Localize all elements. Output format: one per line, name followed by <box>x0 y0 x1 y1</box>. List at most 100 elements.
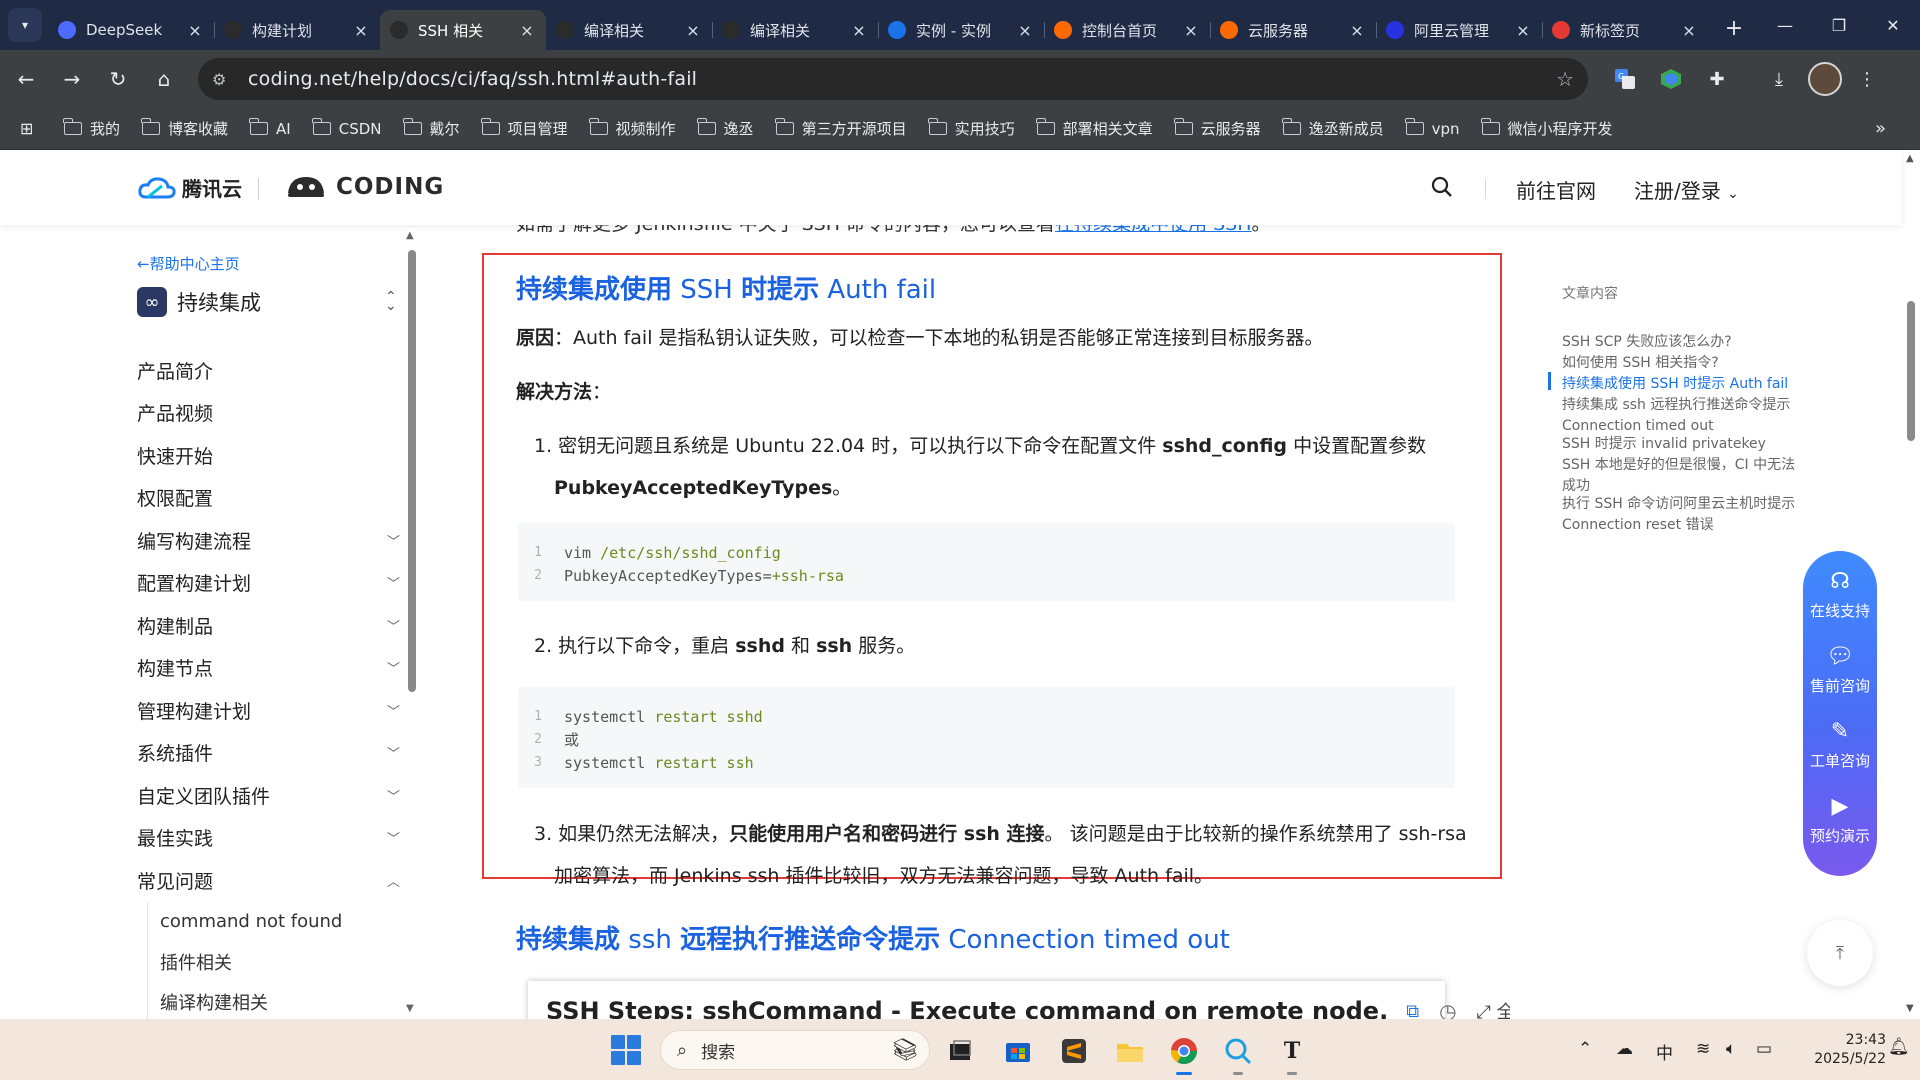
wifi-icon[interactable]: ≋ <box>1696 1039 1710 1059</box>
browser-tab[interactable]: 构建计划 × <box>214 10 380 50</box>
scroll-up-icon[interactable]: ▲ <box>1906 153 1914 164</box>
tab-close-icon[interactable]: × <box>1182 21 1200 40</box>
page-scrollbar-thumb[interactable] <box>1907 301 1915 441</box>
site-info-icon[interactable]: ⚙ <box>212 70 238 89</box>
tencent-cloud-logo[interactable]: 腾讯云 <box>138 173 242 202</box>
task-view-icon[interactable] <box>940 1031 980 1071</box>
bookmark-folder[interactable]: AI <box>249 118 291 138</box>
scroll-down-icon[interactable]: ▼ <box>1906 1003 1914 1014</box>
help-center-home-link[interactable]: ←帮助中心主页 <box>137 253 240 274</box>
sidebar-scroll-down-icon[interactable]: ▼ <box>406 1003 414 1014</box>
tab-close-icon[interactable]: × <box>684 21 702 40</box>
sidebar-subitem[interactable]: 编译构建相关 <box>148 982 402 1020</box>
coding-logo[interactable]: CODING <box>286 173 444 201</box>
back-icon[interactable]: ← <box>6 59 46 99</box>
sidebar-item[interactable]: 最佳实践 ﹀ <box>137 817 402 860</box>
windows-start-icon[interactable] <box>611 1035 641 1065</box>
extensions-puzzle-icon[interactable]: ✚ <box>1696 58 1738 100</box>
tab-close-icon[interactable]: × <box>186 21 204 40</box>
volume-icon[interactable]: 🔈︎ <box>1726 1039 1736 1059</box>
back-to-top-button[interactable]: ⤒ <box>1807 920 1873 986</box>
taskbar-search[interactable]: ⌕ 搜索 📚︎ <box>660 1030 930 1070</box>
toc-item[interactable]: 持续集成 ssh 远程执行推送命令提示 Connection timed out <box>1562 395 1802 437</box>
new-tab-button[interactable]: + <box>1716 10 1752 46</box>
bookmark-folder[interactable]: CSDN <box>312 118 382 138</box>
ime-indicator[interactable]: 中 <box>1656 1039 1673 1064</box>
forward-icon[interactable]: → <box>52 59 92 99</box>
toc-item[interactable]: SSH 时提示 invalid privatekey <box>1562 434 1802 455</box>
extension-cube-icon[interactable] <box>1650 58 1692 100</box>
sidebar-item[interactable]: 构建节点 ﹀ <box>137 647 402 690</box>
browser-tab[interactable]: DeepSeek × <box>48 10 214 50</box>
close-window-icon[interactable]: ✕ <box>1866 0 1920 50</box>
translate-icon[interactable]: G <box>1604 58 1646 100</box>
chevron-down-icon[interactable]: ﹀ <box>387 658 400 677</box>
sidebar-item[interactable]: 管理构建计划 ﹀ <box>137 689 402 732</box>
browser-tab[interactable]: 编译相关 × <box>546 10 712 50</box>
bookmark-folder[interactable]: 逸丞新成员 <box>1282 118 1384 139</box>
bookmark-folder[interactable]: 视频制作 <box>588 118 676 139</box>
apps-grid-icon[interactable]: ⊞ <box>20 119 44 138</box>
chevron-down-icon[interactable]: ﹀ <box>387 573 400 592</box>
profile-avatar[interactable] <box>1808 62 1842 96</box>
url-text[interactable]: coding.net/help/docs/ci/faq/ssh.html#aut… <box>248 68 1556 90</box>
sidebar-scrollbar-thumb[interactable] <box>408 250 416 692</box>
sidebar-item[interactable]: 系统插件 ﹀ <box>137 732 402 775</box>
page-scrollbar[interactable]: ▲ ▼ <box>1902 151 1920 1019</box>
bookmark-folder[interactable]: vpn <box>1405 118 1460 138</box>
fullscreen-button[interactable]: ⤢ 全屏 <box>1477 998 1510 1019</box>
sublime-text-icon[interactable] <box>1054 1031 1094 1071</box>
sidebar-item[interactable]: 编写构建流程 ﹀ <box>137 519 402 562</box>
external-link-icon[interactable]: ⧉ <box>1406 1001 1419 1020</box>
browser-tab[interactable]: SSH 相关 × <box>380 10 546 50</box>
chevron-down-icon[interactable]: ﹀ <box>387 743 400 762</box>
chevron-down-icon[interactable]: ﹀ <box>387 531 400 550</box>
code-block-sshd-config[interactable]: 1 vim /etc/ssh/sshd_config 2 PubkeyAccepted… <box>518 523 1455 601</box>
chevron-down-icon[interactable]: ﹀ <box>387 786 400 805</box>
toc-item[interactable]: 如何使用 SSH 相关指令? <box>1562 353 1802 374</box>
bookmark-folder[interactable]: 部署相关文章 <box>1035 118 1153 139</box>
tab-close-icon[interactable]: × <box>1680 21 1698 40</box>
file-explorer-icon[interactable] <box>1110 1031 1150 1071</box>
toc-item[interactable]: 持续集成使用 SSH 时提示 Auth fail <box>1562 374 1802 395</box>
toc-item[interactable]: SSH SCP 失败应该怎么办? <box>1562 332 1802 353</box>
presale-consult-button[interactable]: 💬︎ 售前咨询 <box>1803 644 1877 696</box>
tab-close-icon[interactable]: × <box>850 21 868 40</box>
restore-icon[interactable]: ❐ <box>1812 0 1866 50</box>
sidebar-item[interactable]: 构建制品 ﹀ <box>137 604 402 647</box>
clock-icon[interactable]: ◷ <box>1439 999 1456 1019</box>
bookmark-folder[interactable]: 第三方开源项目 <box>774 118 907 139</box>
sidebar-item[interactable]: 自定义团队插件 ﹀ <box>137 774 402 817</box>
browser-tab[interactable]: 编译相关 × <box>712 10 878 50</box>
tab-close-icon[interactable]: × <box>1016 21 1034 40</box>
product-selector[interactable]: ∞ 持续集成 <box>137 287 261 317</box>
sidebar-scroll-up-icon[interactable]: ▲ <box>406 230 414 241</box>
tab-search-dropdown-icon[interactable]: ▾ <box>8 8 42 42</box>
system-clock[interactable]: 23:43 2025/5/22 <box>1796 1031 1886 1069</box>
battery-icon[interactable]: ▭ <box>1756 1039 1772 1059</box>
bookmark-folder[interactable]: 云服务器 <box>1174 118 1261 139</box>
sidebar-item[interactable]: 快速开始 <box>137 434 402 477</box>
tab-close-icon[interactable]: × <box>1348 21 1366 40</box>
updown-chevron-icon[interactable]: ⌃ ⌄ <box>385 290 397 313</box>
chevron-up-icon[interactable]: ︿ <box>387 871 400 890</box>
browser-menu-icon[interactable]: ⋮ <box>1846 58 1888 100</box>
ssh-in-ci-link[interactable]: 在持续集成中使用 SSH <box>1055 225 1251 235</box>
sidebar-subitem[interactable]: 插件相关 <box>148 942 402 982</box>
bookmark-folder[interactable]: 实用技巧 <box>927 118 1015 139</box>
browser-tab[interactable]: 阿里云管理 × <box>1376 10 1542 50</box>
browser-tab[interactable]: 实例 - 实例 × <box>878 10 1044 50</box>
ticket-consult-button[interactable]: ✎ 工单咨询 <box>1803 719 1877 771</box>
search-icon[interactable] <box>1430 175 1454 205</box>
home-icon[interactable]: ⌂ <box>144 59 184 99</box>
code-block-restart-ssh[interactable]: 1 systemctl restart sshd 2 或 3 systemctl rest… <box>518 687 1455 788</box>
book-demo-button[interactable]: ▶ 预约演示 <box>1803 794 1877 846</box>
microsoft-store-icon[interactable] <box>998 1031 1038 1071</box>
bookmark-folder[interactable]: 项目管理 <box>480 118 568 139</box>
sidebar-subitem[interactable]: command not found <box>148 902 402 942</box>
address-bar[interactable]: ⚙ coding.net/help/docs/ci/faq/ssh.html#a… <box>198 58 1588 100</box>
online-support-button[interactable]: ☊ 在线支持 <box>1803 569 1877 621</box>
chrome-icon[interactable] <box>1164 1031 1204 1075</box>
sidebar-item[interactable]: 产品简介 <box>137 349 402 392</box>
bookmark-folder[interactable]: 戴尔 <box>402 118 460 139</box>
